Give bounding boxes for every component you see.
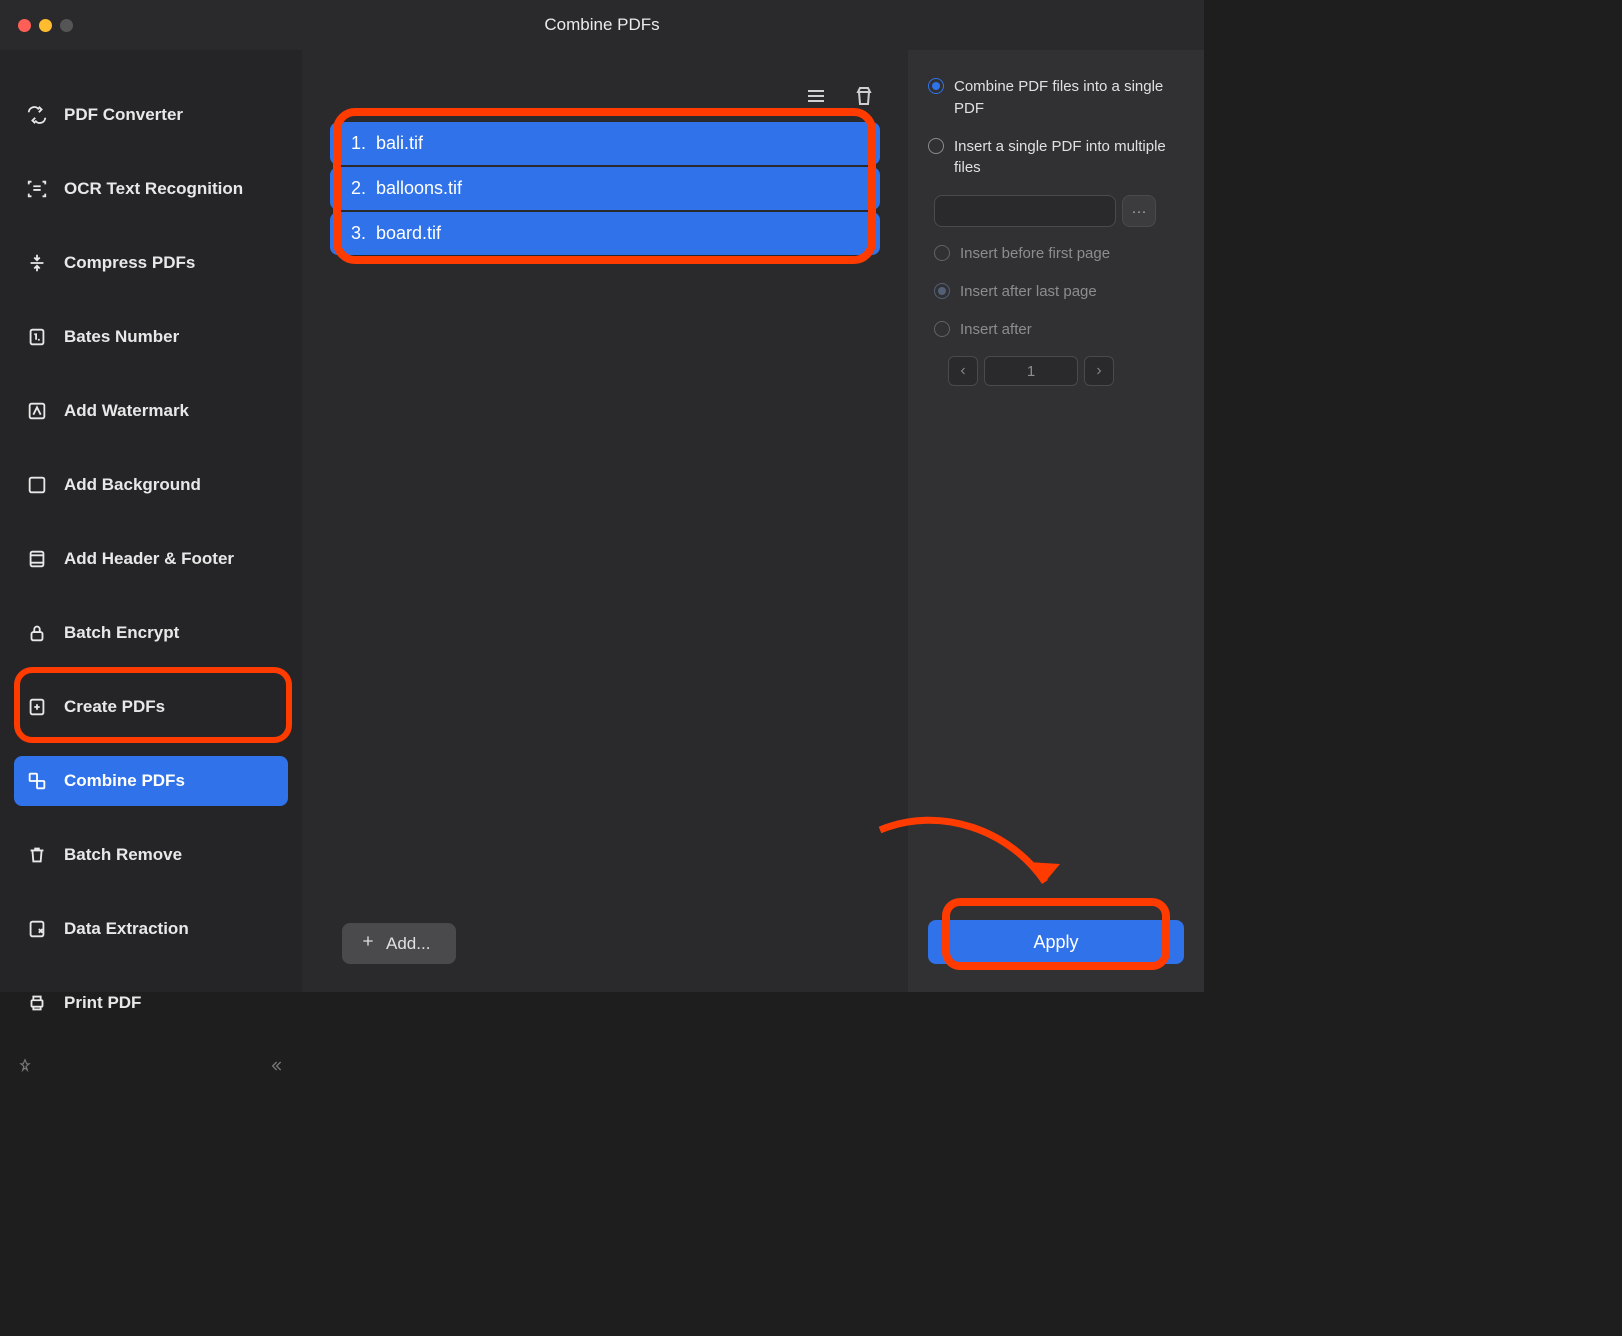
radio-insert-before[interactable] — [934, 245, 950, 261]
file-index: 3. — [346, 223, 366, 244]
file-item[interactable]: 3. board.tif — [330, 212, 880, 255]
sidebar-item-label: Batch Encrypt — [64, 623, 179, 643]
lock-icon — [26, 622, 48, 644]
insert-after-row[interactable]: Insert after — [934, 319, 1184, 341]
add-button[interactable]: Add... — [342, 923, 456, 964]
sidebar-item-label: Print PDF — [64, 993, 141, 1013]
step-prev-button[interactable] — [948, 356, 978, 386]
main-pane: 1. bali.tif 2. balloons.tif 3. board.tif… — [302, 50, 908, 992]
sidebar-item-label: Batch Remove — [64, 845, 182, 865]
bates-icon — [26, 326, 48, 348]
sidebar-item-label: Add Watermark — [64, 401, 189, 421]
list-icon[interactable] — [804, 84, 828, 108]
option-insert-label: Insert a single PDF into multiple files — [954, 136, 1184, 180]
radio-combine[interactable] — [928, 78, 944, 94]
zoom-window-button[interactable] — [60, 19, 73, 32]
sidebar-item-label: Data Extraction — [64, 919, 189, 939]
option-combine-row[interactable]: Combine PDF files into a single PDF — [928, 76, 1184, 120]
window-controls — [18, 19, 73, 32]
file-name: bali.tif — [376, 133, 423, 154]
minimize-window-button[interactable] — [39, 19, 52, 32]
file-item[interactable]: 2. balloons.tif — [330, 167, 880, 210]
convert-icon — [26, 104, 48, 126]
sidebar-item-ocr[interactable]: OCR Text Recognition — [14, 164, 288, 214]
file-name: balloons.tif — [376, 178, 462, 199]
sidebar-item-create[interactable]: Create PDFs — [14, 682, 288, 732]
collapse-sidebar-icon[interactable] — [268, 1058, 284, 1079]
sidebar-item-watermark[interactable]: Add Watermark — [14, 386, 288, 436]
sidebar-item-bates[interactable]: Bates Number — [14, 312, 288, 362]
radio-insert-after[interactable] — [934, 321, 950, 337]
ocr-icon — [26, 178, 48, 200]
app-window: Combine PDFs PDF Converter OCR Text Reco… — [0, 0, 1204, 992]
main-toolbar — [314, 50, 896, 114]
pin-icon[interactable] — [18, 1058, 32, 1079]
page-input[interactable] — [984, 356, 1078, 386]
background-icon — [26, 474, 48, 496]
sidebar-item-extract[interactable]: Data Extraction — [14, 904, 288, 954]
add-button-label: Add... — [386, 934, 430, 954]
sidebar-item-label: Compress PDFs — [64, 253, 195, 273]
sidebar-footer — [14, 1052, 288, 1081]
close-window-button[interactable] — [18, 19, 31, 32]
more-button[interactable]: ··· — [1122, 195, 1156, 227]
insert-before-label: Insert before first page — [960, 243, 1110, 265]
apply-button-label: Apply — [1033, 932, 1078, 952]
sidebar-item-label: Create PDFs — [64, 697, 165, 717]
plus-icon — [360, 933, 376, 954]
sidebar-item-label: OCR Text Recognition — [64, 179, 243, 199]
file-list[interactable]: 1. bali.tif 2. balloons.tif 3. board.tif — [330, 122, 880, 257]
sidebar-item-label: PDF Converter — [64, 105, 183, 125]
compress-icon — [26, 252, 48, 274]
titlebar: Combine PDFs — [0, 0, 1204, 50]
sidebar-item-combine[interactable]: Combine PDFs — [14, 756, 288, 806]
sidebar-item-compress[interactable]: Compress PDFs — [14, 238, 288, 288]
option-combine-label: Combine PDF files into a single PDF — [954, 76, 1184, 120]
file-index: 2. — [346, 178, 366, 199]
sidebar-item-print[interactable]: Print PDF — [14, 978, 288, 1028]
trash-icon — [26, 844, 48, 866]
radio-insert-after-last[interactable] — [934, 283, 950, 299]
file-index: 1. — [346, 133, 366, 154]
step-next-button[interactable] — [1084, 356, 1114, 386]
insert-before-row[interactable]: Insert before first page — [934, 243, 1184, 265]
insert-file-input[interactable] — [934, 195, 1116, 227]
insert-after-label: Insert after — [960, 319, 1032, 341]
sidebar-item-header-footer[interactable]: Add Header & Footer — [14, 534, 288, 584]
extract-icon — [26, 918, 48, 940]
radio-insert[interactable] — [928, 138, 944, 154]
combine-icon — [26, 770, 48, 792]
insert-after-last-label: Insert after last page — [960, 281, 1097, 303]
sidebar-item-pdf-converter[interactable]: PDF Converter — [14, 90, 288, 140]
sidebar-item-remove[interactable]: Batch Remove — [14, 830, 288, 880]
header-footer-icon — [26, 548, 48, 570]
page-stepper — [948, 356, 1184, 386]
create-icon — [26, 696, 48, 718]
clear-icon[interactable] — [852, 84, 876, 108]
file-name: board.tif — [376, 223, 441, 244]
apply-button[interactable]: Apply — [928, 920, 1184, 964]
insert-after-last-row[interactable]: Insert after last page — [934, 281, 1184, 303]
insert-file-row: ··· — [934, 195, 1184, 227]
sidebar-item-label: Add Background — [64, 475, 201, 495]
watermark-icon — [26, 400, 48, 422]
options-panel: Combine PDF files into a single PDF Inse… — [908, 50, 1204, 992]
sidebar-item-label: Combine PDFs — [64, 771, 185, 791]
window-body: PDF Converter OCR Text Recognition Compr… — [0, 50, 1204, 992]
file-item[interactable]: 1. bali.tif — [330, 122, 880, 165]
window-title: Combine PDFs — [18, 15, 1186, 35]
print-icon — [26, 992, 48, 1014]
option-insert-row[interactable]: Insert a single PDF into multiple files — [928, 136, 1184, 180]
sidebar-item-background[interactable]: Add Background — [14, 460, 288, 510]
sidebar-item-encrypt[interactable]: Batch Encrypt — [14, 608, 288, 658]
sidebar-item-label: Bates Number — [64, 327, 179, 347]
sidebar-item-label: Add Header & Footer — [64, 549, 234, 569]
sidebar: PDF Converter OCR Text Recognition Compr… — [0, 50, 302, 992]
